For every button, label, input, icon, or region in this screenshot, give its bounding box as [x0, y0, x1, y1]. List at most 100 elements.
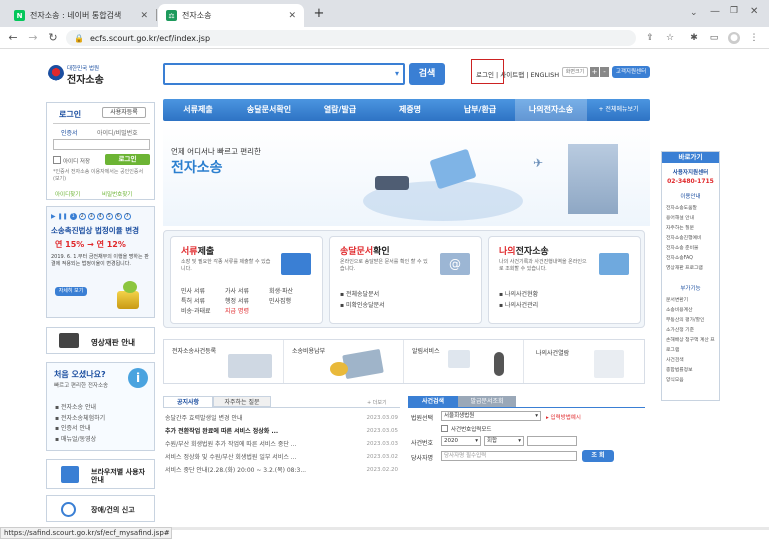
extra-link[interactable]: 문서변환기 [666, 296, 718, 306]
tab-search-icon[interactable]: ⌄ [690, 8, 698, 18]
menu-delivery-check[interactable]: 송달문서확인 [233, 99, 305, 121]
menu-kebab-icon[interactable]: ⋮ [748, 32, 760, 44]
url-field[interactable]: 🔒 ecfs.scourt.go.kr/ecf/index.jsp [66, 30, 636, 46]
tab-id-password[interactable]: 아이디/비밀번호 [97, 128, 138, 137]
browser-guide-link[interactable]: 브라우저별 사용자안내 [46, 459, 155, 489]
notice-more-link[interactable]: + 더보기 [367, 399, 387, 406]
all-menu-button[interactable]: + 전체메뉴보기 [587, 99, 650, 121]
extra-link[interactable]: 소가산정 기준 [666, 326, 718, 336]
notice-row[interactable]: 추가 전환작업 완료에 따른 서비스 정상화 ... 2023.03.05 [163, 425, 400, 438]
menu-document-submit[interactable]: 서류제출 [163, 99, 233, 121]
pause-icon[interactable]: ❚❚ [58, 213, 68, 220]
link-execution[interactable]: 민사집행 [269, 297, 313, 307]
extra-link[interactable]: 소송비용계산 [666, 306, 718, 316]
link-all-delivery[interactable]: ▪ 전체송달문서 [340, 289, 480, 300]
tab-issued-docs[interactable]: 발급문서조회 [458, 396, 516, 407]
menu-view-issue[interactable]: 열람/발급 [305, 99, 375, 121]
case-number-input[interactable] [527, 436, 577, 446]
notice-row[interactable]: 서비스 중단 안내(2.28.(화) 20:00 ~ 3.2.(목) 08:3.… [163, 464, 400, 477]
register-button[interactable]: 사용자등록 [102, 107, 146, 118]
back-icon[interactable]: ← [6, 31, 20, 45]
extra-link[interactable]: 양식모음 [666, 376, 718, 386]
find-id-link[interactable]: 아이디찾기 [55, 190, 80, 198]
usage-link[interactable]: 전자소송FAQ [666, 254, 718, 264]
forward-icon[interactable]: → [26, 31, 40, 45]
play-icon[interactable]: ▶ [51, 213, 56, 220]
quick-case-register[interactable]: 전자소송사건등록 [164, 340, 284, 383]
link-my-case-status[interactable]: ▪ 나의사건현황 [499, 289, 639, 300]
video-trial-link[interactable]: 영상재판 안내 [46, 327, 155, 354]
profile-avatar-icon[interactable]: ● [728, 32, 740, 44]
search-input[interactable]: ▾ [163, 63, 405, 85]
share-icon[interactable]: ⇪ [644, 32, 656, 44]
login-button[interactable]: 로그인 [105, 154, 150, 165]
usage-link[interactable]: 영상재판 프로그램 [666, 264, 718, 274]
site-logo[interactable]: 대한민국 법원 전자소송 [48, 63, 112, 87]
party-name-input[interactable]: 당사자명 필수입력 [441, 451, 577, 461]
link-rehab[interactable]: 회생·파산 [269, 287, 313, 297]
promo-more-button[interactable]: 자세히 보기 [55, 287, 87, 296]
first-visit-item[interactable]: ▪ 매뉴얼/동영상 [55, 435, 150, 446]
quick-case-view[interactable]: 나의사건열람 [524, 340, 644, 383]
menu-certificates[interactable]: 제증명 [375, 99, 445, 121]
link-noncontentious[interactable]: 비송·과태료 [181, 307, 225, 317]
first-visit-item[interactable]: ▪ 인증서 안내 [55, 424, 150, 435]
zoom-out-button[interactable]: - [600, 67, 609, 77]
tab-certificate[interactable]: 인증서 [61, 128, 78, 137]
case-search-button[interactable]: 조 회 [582, 450, 614, 462]
case-mode-checkbox[interactable] [441, 425, 448, 432]
service-card-submit[interactable]: 서류제출 소장 및 필요한 각종 서류를 제출할 수 있습니다. 민사 서류 가사… [170, 236, 323, 324]
search-button[interactable]: 검색 [409, 63, 445, 85]
bookmark-star-icon[interactable]: ☆ [664, 32, 676, 44]
link-unread-delivery[interactable]: ▪ 미확인송달문서 [340, 300, 480, 311]
service-card-my[interactable]: 나의전자소송 나의 사건기록과 사건진행내역을 온라인으로 조회할 수 있습니다… [488, 236, 641, 324]
link-my-case-manage[interactable]: ▪ 나의사건관리 [499, 300, 639, 311]
cert-input[interactable] [53, 139, 150, 150]
zoom-in-button[interactable]: + [590, 67, 599, 77]
input-example-link[interactable]: ▸ 입력방법예시 [546, 413, 581, 421]
save-id-checkbox[interactable] [53, 156, 61, 164]
notice-row[interactable]: 송달간주 효력발생일 변경 안내 2023.03.09 [163, 412, 400, 425]
sidebar-icon[interactable]: ▭ [708, 32, 720, 44]
sitemap-link[interactable]: 사이트맵 [500, 71, 524, 79]
usage-link[interactable]: 전자소송도움말 [666, 204, 718, 214]
new-tab-button[interactable]: + [311, 6, 327, 22]
extensions-icon[interactable]: ✱ [688, 32, 700, 44]
usage-link[interactable]: 전자소송진행예비 [666, 234, 718, 244]
quick-notification[interactable]: 알림서비스 [404, 340, 524, 383]
reload-icon[interactable]: ↻ [46, 31, 60, 45]
browser-tab-naver[interactable]: N 전자소송 : 네이버 통합검색 ✕ [6, 4, 156, 27]
promo-page-1[interactable]: 1 [69, 212, 77, 220]
link-civil[interactable]: 민사 서류 [181, 287, 225, 297]
maximize-icon[interactable]: ❐ [730, 6, 738, 16]
year-select[interactable]: 2020 ▾ [441, 436, 481, 446]
find-password-link[interactable]: 비밀번호찾기 [102, 190, 132, 198]
promo-page-4[interactable]: 4 [96, 212, 104, 220]
browser-tab-ecfs[interactable]: ⚖ 전자소송 ✕ [158, 4, 304, 27]
minimize-icon[interactable]: — [710, 6, 720, 17]
tab-case-search[interactable]: 사건검색 [408, 396, 458, 407]
promo-page-2[interactable]: 2 [78, 212, 86, 220]
extra-link[interactable]: 종합법률정보 [666, 366, 718, 376]
chevron-down-icon[interactable]: ▾ [395, 69, 399, 78]
quick-fee-payment[interactable]: 소송비용납부 [284, 340, 404, 383]
promo-page-6[interactable]: 6 [114, 212, 122, 220]
report-link[interactable]: 장애/건의 신고 [46, 495, 155, 522]
link-patent[interactable]: 특허 서류 [181, 297, 225, 307]
menu-my-ecourt[interactable]: 나의전자소송 [515, 99, 587, 121]
link-family[interactable]: 가사 서류 [225, 287, 269, 297]
first-visit-item[interactable]: ▪ 전자소송체험하기 [55, 414, 150, 425]
tab-notice[interactable]: 공지사항 [163, 396, 213, 407]
english-link[interactable]: ENGLISH [531, 71, 560, 79]
notice-row[interactable]: 수원/부산 회생법원 추가 작업에 따른 서비스 중단 ... 2023.03.0… [163, 438, 400, 451]
extra-link[interactable]: 사건검색 [666, 356, 718, 366]
usage-link[interactable]: 용어해설 안내 [666, 214, 718, 224]
window-close-icon[interactable]: ✕ [750, 6, 758, 17]
service-card-delivery[interactable]: 송달문서확인 온라인으로 송달받은 문서를 확인 할 수 있습니다. @ ▪ 전… [329, 236, 482, 324]
promo-page-3[interactable]: 3 [87, 212, 95, 220]
support-center-button[interactable]: 고객지원센터 [612, 66, 650, 78]
menu-payment-refund[interactable]: 납부/환급 [445, 99, 515, 121]
first-visit-item[interactable]: ▪ 전자소송 안내 [55, 403, 150, 414]
promo-page-5[interactable]: 5 [105, 212, 113, 220]
promo-page-7[interactable]: 7 [123, 212, 131, 220]
